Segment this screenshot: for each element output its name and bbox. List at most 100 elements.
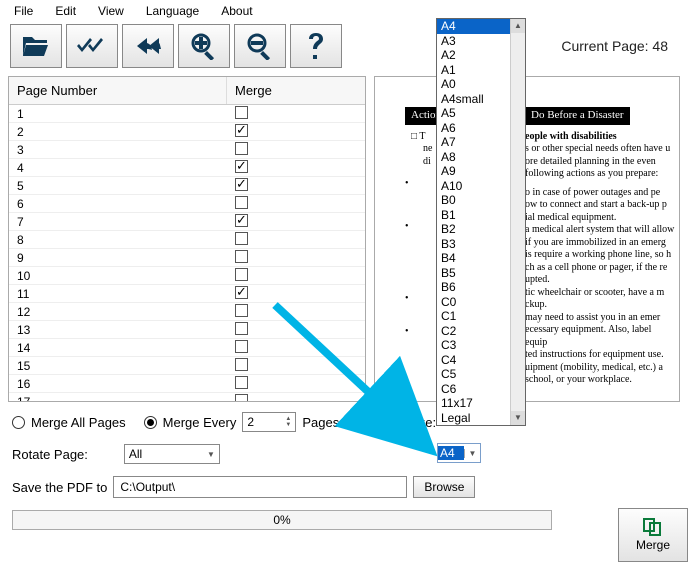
page-size-option[interactable]: B5: [437, 266, 510, 281]
zoom-out-icon: [246, 32, 274, 60]
page-size-dropdown-list[interactable]: A4A3A2A1A0A4smallA5A6A7A8A9A10B0B1B2B3B4…: [436, 18, 526, 426]
zoom-out-button[interactable]: [234, 24, 286, 68]
page-size-option[interactable]: A6: [437, 121, 510, 136]
merge-all-radio[interactable]: [12, 416, 25, 429]
table-row[interactable]: 8: [9, 231, 365, 249]
merge-checkbox[interactable]: [235, 196, 248, 209]
page-size-option[interactable]: C6: [437, 382, 510, 397]
table-row[interactable]: 17: [9, 393, 365, 401]
page-size-option[interactable]: A5: [437, 106, 510, 121]
page-size-option[interactable]: Legal: [437, 411, 510, 426]
table-row[interactable]: 9: [9, 249, 365, 267]
menu-edit[interactable]: Edit: [55, 4, 76, 18]
col-merge[interactable]: Merge: [227, 77, 365, 104]
page-size-option[interactable]: A3: [437, 34, 510, 49]
table-row[interactable]: 4: [9, 159, 365, 177]
page-size-option[interactable]: B3: [437, 237, 510, 252]
page-size-option[interactable]: Letter: [437, 425, 510, 426]
col-page-number[interactable]: Page Number: [9, 77, 227, 104]
table-row[interactable]: 6: [9, 195, 365, 213]
page-size-option[interactable]: A2: [437, 48, 510, 63]
table-row[interactable]: 16: [9, 375, 365, 393]
table-row[interactable]: 5: [9, 177, 365, 195]
scroll-up-icon[interactable]: ▲: [511, 19, 525, 33]
menu-language[interactable]: Language: [146, 4, 199, 18]
open-button[interactable]: [10, 24, 62, 68]
merge-checkbox[interactable]: [235, 232, 248, 245]
page-size-option[interactable]: C1: [437, 309, 510, 324]
page-size-option[interactable]: A0: [437, 77, 510, 92]
table-row[interactable]: 12: [9, 303, 365, 321]
page-number-cell: 6: [9, 197, 227, 211]
page-size-option[interactable]: C5: [437, 367, 510, 382]
page-size-option[interactable]: B0: [437, 193, 510, 208]
page-size-option[interactable]: C3: [437, 338, 510, 353]
merge-checkbox[interactable]: [235, 106, 248, 119]
select-all-button[interactable]: [66, 24, 118, 68]
merge-cell: [227, 268, 365, 284]
page-size-option[interactable]: B1: [437, 208, 510, 223]
help-button[interactable]: [290, 24, 342, 68]
table-body[interactable]: 1234567891011121314151617: [9, 105, 365, 401]
document-preview[interactable]: Action □ T ne di Do Before a Disaster eo…: [374, 76, 680, 402]
merge-checkbox[interactable]: [235, 286, 248, 299]
page-size-option[interactable]: A7: [437, 135, 510, 150]
page-size-option[interactable]: B2: [437, 222, 510, 237]
table-row[interactable]: 2: [9, 123, 365, 141]
page-size-select[interactable]: A4 ▼: [437, 443, 481, 463]
doc-text: T: [419, 131, 425, 142]
page-size-option[interactable]: 11x17: [437, 396, 510, 411]
spinner-icon[interactable]: ▲▼: [285, 416, 291, 428]
table-row[interactable]: 13: [9, 321, 365, 339]
merge-checkbox[interactable]: [235, 250, 248, 263]
merge-checkbox[interactable]: [235, 214, 248, 227]
page-size-option[interactable]: A9: [437, 164, 510, 179]
merge-checkbox[interactable]: [235, 268, 248, 281]
table-row[interactable]: 11: [9, 285, 365, 303]
merge-every-radio[interactable]: [144, 416, 157, 429]
menu-view[interactable]: View: [98, 4, 124, 18]
save-path-input[interactable]: C:\Output\: [113, 476, 407, 498]
menu-about[interactable]: About: [221, 4, 252, 18]
table-row[interactable]: 7: [9, 213, 365, 231]
doc-subtitle: eople with disabilities: [525, 131, 675, 144]
merge-checkbox[interactable]: [235, 178, 248, 191]
page-number-cell: 14: [9, 341, 227, 355]
menu-file[interactable]: File: [14, 4, 33, 18]
merge-every-stepper[interactable]: 2 ▲▼: [242, 412, 296, 432]
merge-checkbox[interactable]: [235, 142, 248, 155]
merge-checkbox[interactable]: [235, 394, 248, 402]
merge-checkbox[interactable]: [235, 160, 248, 173]
table-row[interactable]: 15: [9, 357, 365, 375]
merge-checkbox[interactable]: [235, 340, 248, 353]
merge-button[interactable]: Merge: [618, 508, 688, 562]
browse-button[interactable]: Browse: [413, 476, 475, 498]
page-size-option[interactable]: A4small: [437, 92, 510, 107]
page-size-option[interactable]: B6: [437, 280, 510, 295]
zoom-in-button[interactable]: [178, 24, 230, 68]
table-row[interactable]: 10: [9, 267, 365, 285]
page-size-option[interactable]: C4: [437, 353, 510, 368]
merge-checkbox[interactable]: [235, 322, 248, 335]
page-size-option[interactable]: B4: [437, 251, 510, 266]
dropdown-scrollbar[interactable]: ▲ ▼: [510, 19, 525, 425]
table-row[interactable]: 3: [9, 141, 365, 159]
page-size-option[interactable]: A1: [437, 63, 510, 78]
page-size-option[interactable]: A4: [437, 19, 510, 34]
table-row[interactable]: 1: [9, 105, 365, 123]
merge-checkbox[interactable]: [235, 358, 248, 371]
page-size-option[interactable]: A8: [437, 150, 510, 165]
rotate-select[interactable]: All ▼: [124, 444, 220, 464]
page-size-option[interactable]: A10: [437, 179, 510, 194]
scroll-down-icon[interactable]: ▼: [511, 411, 525, 425]
page-size-option[interactable]: C2: [437, 324, 510, 339]
undo-button[interactable]: [122, 24, 174, 68]
merge-checkbox[interactable]: [235, 124, 248, 137]
doc-text: a medical alert system that will allow: [525, 224, 675, 237]
merge-checkbox[interactable]: [235, 304, 248, 317]
merge-cell: [227, 142, 365, 158]
merge-checkbox[interactable]: [235, 376, 248, 389]
merge-cell: [227, 178, 365, 194]
page-size-option[interactable]: C0: [437, 295, 510, 310]
table-row[interactable]: 14: [9, 339, 365, 357]
